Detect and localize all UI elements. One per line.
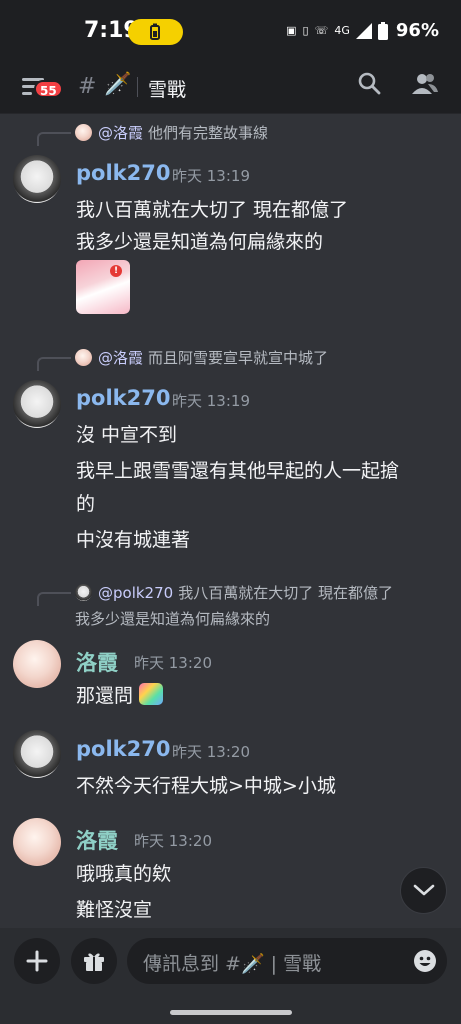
timestamp: 昨天 13:19: [172, 167, 250, 185]
reply-mention: @洛霞: [98, 124, 144, 142]
members-icon[interactable]: [410, 70, 440, 98]
reply-connector: [37, 132, 71, 146]
avatar[interactable]: [13, 380, 61, 428]
hd-call-icon: ▣: [286, 24, 297, 37]
message-text: 的: [76, 493, 96, 515]
message-text-content: 那還問: [76, 685, 134, 707]
message-text: 難怪沒宣: [76, 899, 153, 921]
author-name[interactable]: polk270: [76, 737, 170, 761]
add-attachment-button[interactable]: [14, 938, 60, 984]
battery-icon: [150, 23, 160, 40]
message-text: 沒 中宣不到: [76, 424, 178, 446]
signal-icon: [355, 22, 372, 39]
channel-title[interactable]: 雪戰: [148, 75, 186, 102]
reply-avatar: [75, 349, 92, 366]
avatar[interactable]: [13, 730, 61, 778]
reply-mention: @polk270: [98, 583, 174, 602]
reply-text-continued: 我多少還是知道為何扁緣來的: [75, 610, 271, 628]
message-text: 我八百萬就在大切了 現在都億了: [76, 199, 349, 221]
home-indicator[interactable]: [170, 1010, 292, 1015]
timestamp: 昨天 13:20: [134, 832, 212, 850]
avatar[interactable]: [13, 818, 61, 866]
header-divider: [137, 77, 138, 97]
reply-connector: [37, 592, 71, 606]
battery-percent: 96%: [395, 20, 439, 41]
author-name[interactable]: 洛霞: [76, 647, 118, 677]
jump-to-latest-button[interactable]: [400, 867, 447, 914]
timestamp: 昨天 13:20: [172, 743, 250, 761]
message-text: 哦哦真的欸: [76, 863, 172, 885]
author-name[interactable]: polk270: [76, 161, 170, 185]
reply-connector: [37, 357, 71, 371]
reply-preview[interactable]: @polk270 我八百萬就在大切了 現在都億了: [75, 582, 393, 603]
network-type-label: 4G: [334, 24, 350, 37]
message-text: 不然今天行程大城>中城>小城: [76, 775, 336, 797]
reply-preview[interactable]: @洛霞 他們有完整故事線: [75, 122, 268, 143]
message-list[interactable]: @洛霞 他們有完整故事線 polk270 昨天 13:19 我八百萬就在大切了 …: [0, 115, 461, 927]
reply-text: 而且阿雪要宣早就宣中城了: [148, 349, 329, 367]
author-name[interactable]: polk270: [76, 386, 170, 410]
timestamp: 昨天 13:20: [134, 654, 212, 672]
gift-button[interactable]: [71, 938, 117, 984]
sticker-badge: !: [110, 265, 122, 277]
reply-preview[interactable]: @洛霞 而且阿雪要宣早就宣中城了: [75, 347, 328, 368]
message-text: 那還問: [76, 681, 164, 708]
reply-avatar: [75, 124, 92, 141]
gift-icon: [84, 953, 104, 971]
battery-level-icon: [377, 21, 388, 40]
reply-text: 我八百萬就在大切了 現在都億了: [178, 584, 393, 602]
search-icon[interactable]: [356, 70, 384, 98]
reply-text: 他們有完整故事線: [148, 124, 269, 142]
unread-badge: 55: [34, 80, 63, 98]
channel-header: 55 # 🗡️ 雪戰: [0, 64, 461, 114]
channel-hash-icon: #: [78, 74, 97, 99]
reply-avatar: [75, 584, 92, 601]
message-input[interactable]: 傳訊息到 #🗡️ | 雪戰: [127, 938, 447, 984]
message-text: 我早上跟雪雪還有其他早起的人一起搶: [76, 460, 400, 482]
timestamp: 昨天 13:19: [172, 392, 250, 410]
status-bar: 7:19 ▣ ▯ ☏ 4G 96%: [0, 0, 461, 64]
avatar[interactable]: [13, 155, 61, 203]
battery-saver-pill: [128, 19, 183, 45]
status-icons: ▣ ▯ ☏ 4G 96%: [286, 20, 439, 41]
plus-icon: [26, 950, 48, 972]
emoji-picker-icon[interactable]: [413, 949, 437, 973]
vibrate-icon: ▯: [302, 24, 309, 37]
channel-emoji: 🗡️: [104, 72, 132, 97]
message-text: 我多少還是知道為何扁緣來的: [76, 231, 324, 253]
reply-mention: @洛霞: [98, 349, 144, 367]
message-text: 中沒有城連著: [76, 529, 191, 551]
message-composer: 傳訊息到 #🗡️ | 雪戰: [0, 928, 461, 1024]
wifi-calling-icon: ☏: [314, 24, 329, 37]
message-input-placeholder: 傳訊息到 #🗡️ | 雪戰: [143, 953, 322, 975]
avatar[interactable]: [13, 640, 61, 688]
chevron-down-icon: [413, 884, 435, 896]
sticker-image[interactable]: !: [76, 260, 130, 314]
custom-emoji[interactable]: [139, 683, 164, 705]
author-name[interactable]: 洛霞: [76, 825, 118, 855]
